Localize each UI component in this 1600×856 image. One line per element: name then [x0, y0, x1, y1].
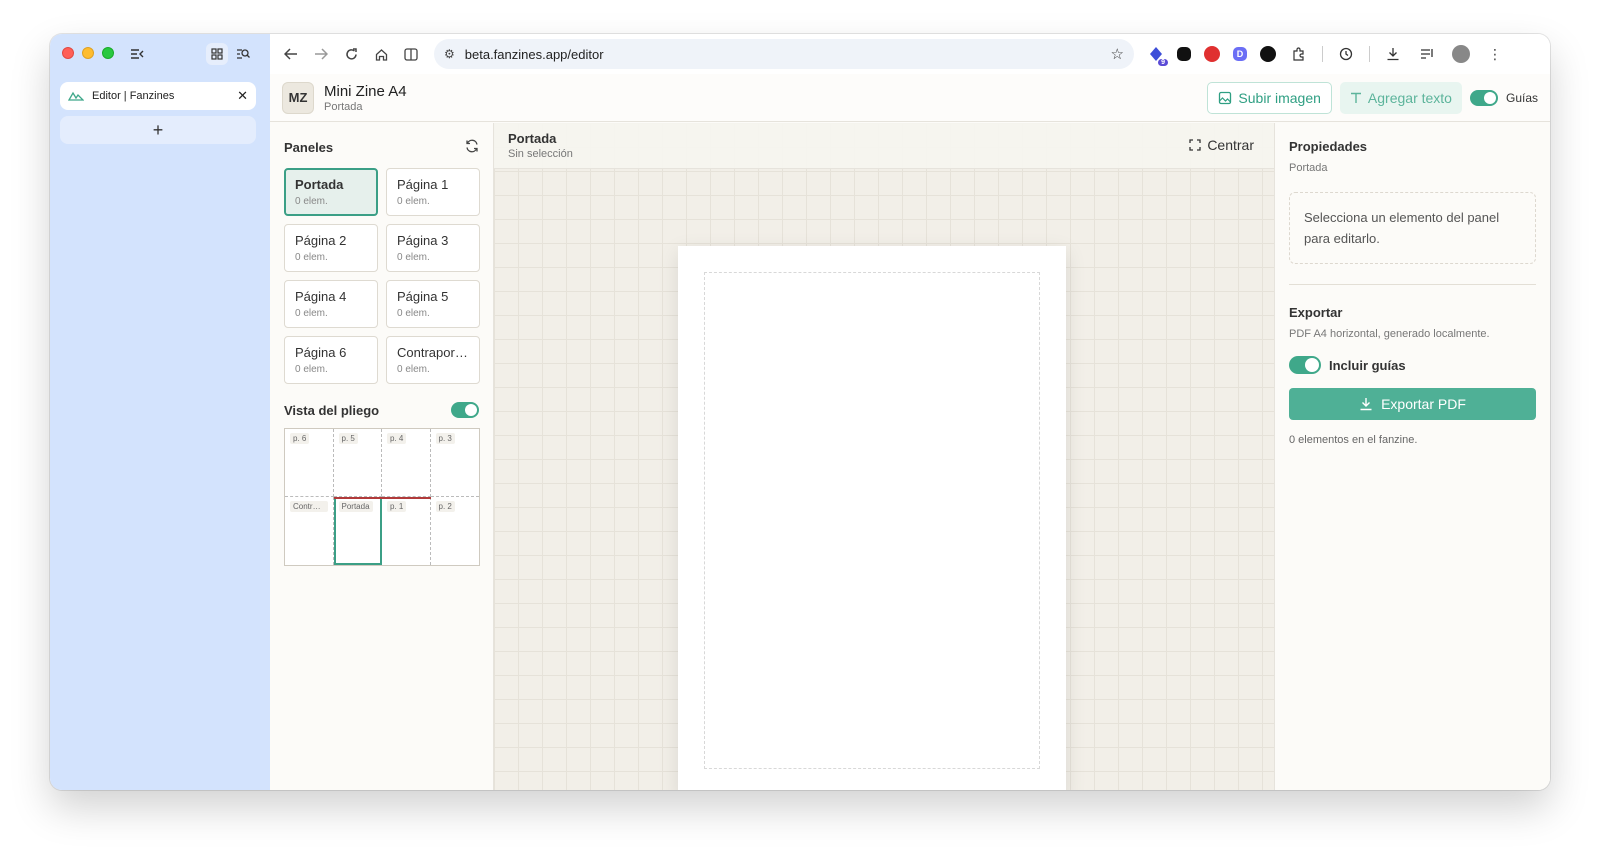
downloads-icon[interactable] — [1378, 39, 1408, 69]
safe-area-guide — [704, 272, 1040, 769]
empty-selection-message: Selecciona un elemento del panel para ed… — [1289, 192, 1536, 264]
browser-sidebar: Editor | Fanzines ✕ + — [50, 34, 270, 790]
back-icon[interactable] — [276, 39, 306, 69]
refresh-panels-icon[interactable] — [465, 139, 479, 156]
add-text-label: Agregar texto — [1367, 89, 1452, 106]
extension-badge-icon[interactable]: 9 — [1144, 42, 1168, 66]
circle-extension-icon[interactable] — [1260, 46, 1276, 62]
zine-subtitle: Portada — [324, 100, 363, 113]
browser-window: Editor | Fanzines ✕ + ⚙ beta.fanzines.ap… — [50, 34, 1550, 790]
toolbar-divider — [1322, 46, 1323, 62]
panel-list: Portada 0 elem. Página 1 0 elem. Página … — [284, 168, 480, 384]
ublock-extension-icon[interactable] — [1204, 46, 1220, 62]
properties-subtitle: Portada — [1289, 162, 1328, 174]
include-guides-label: Incluir guías — [1329, 357, 1406, 373]
fullscreen-icon — [1189, 139, 1201, 151]
close-tab-icon[interactable]: ✕ — [237, 88, 248, 104]
properties-panel: Propiedades Portada Selecciona un elemen… — [1274, 123, 1550, 790]
extensions-row: 9 D ⋮ — [1144, 39, 1510, 69]
panel-card-pagina-6[interactable]: Página 6 0 elem. — [284, 336, 378, 384]
include-guides-toggle[interactable] — [1289, 356, 1321, 374]
guides-toggle[interactable] — [1469, 89, 1498, 106]
spread-cell[interactable]: Contraportada — [285, 497, 334, 565]
upload-image-button[interactable]: Subir imagen — [1207, 81, 1332, 114]
browser-toolbar: ⚙ beta.fanzines.app/editor ☆ 9 D ⋮ — [270, 34, 1550, 74]
minimize-window-button[interactable] — [82, 47, 94, 59]
fanzines-favicon-icon — [68, 91, 84, 101]
panel-card-pagina-1[interactable]: Página 1 0 elem. — [386, 168, 480, 216]
center-button[interactable]: Centrar — [1189, 137, 1254, 153]
zine-title: Mini Zine A4 — [324, 82, 407, 100]
canvas-header: Portada Sin selección Centrar — [494, 123, 1274, 169]
spread-cell-current[interactable]: Portada — [333, 497, 382, 565]
d-extension-icon[interactable]: D — [1233, 47, 1247, 61]
search-tabs-icon[interactable] — [232, 43, 254, 65]
spread-view-toggle[interactable] — [451, 402, 479, 418]
spread-cell[interactable]: p. 3 — [430, 429, 479, 497]
export-pdf-button[interactable]: Exportar PDF — [1289, 388, 1536, 420]
export-description: PDF A4 horizontal, generado localmente. — [1289, 328, 1490, 340]
divider — [1289, 284, 1536, 285]
panels-sidebar: Paneles Portada 0 elem. Página 1 0 elem.… — [270, 123, 494, 790]
extensions-puzzle-icon[interactable] — [1284, 39, 1314, 69]
text-type-icon — [1350, 92, 1361, 103]
spread-cell[interactable]: p. 6 — [285, 429, 334, 497]
home-icon[interactable] — [366, 39, 396, 69]
reading-mode-icon[interactable] — [396, 39, 426, 69]
plus-icon: + — [152, 119, 164, 140]
forward-icon[interactable] — [306, 39, 336, 69]
reload-icon[interactable] — [336, 39, 366, 69]
guides-label: Guías — [1505, 90, 1538, 105]
add-text-button[interactable]: Agregar texto — [1339, 81, 1462, 114]
camera-extension-icon[interactable] — [1177, 47, 1191, 61]
spread-cell[interactable]: p. 1 — [382, 497, 431, 565]
new-tab-button[interactable]: + — [60, 116, 256, 144]
tab-title: Editor | Fanzines — [92, 90, 175, 102]
tab-editor-fanzines[interactable]: Editor | Fanzines ✕ — [60, 82, 256, 110]
canvas-area[interactable]: Portada Sin selección Centrar — [494, 123, 1274, 790]
maximize-window-button[interactable] — [102, 47, 114, 59]
zine-page[interactable] — [678, 246, 1066, 790]
spread-cell[interactable]: p. 2 — [431, 497, 480, 565]
toolbar-divider — [1369, 46, 1370, 62]
image-upload-icon — [1219, 91, 1232, 104]
close-window-button[interactable] — [62, 47, 74, 59]
more-menu-icon[interactable]: ⋮ — [1480, 39, 1510, 69]
element-count-note: 0 elementos en el fanzine. — [1289, 434, 1418, 446]
site-info-icon[interactable]: ⚙ — [444, 47, 455, 61]
spread-cell[interactable]: p. 4 — [382, 429, 431, 497]
spread-preview: p. 6 p. 5 p. 4 p. 3 Contraportada Portad… — [284, 428, 480, 566]
app-header: MZ Mini Zine A4 Portada Subir imagen Agr… — [270, 74, 1550, 122]
media-controls-icon[interactable] — [1412, 39, 1442, 69]
profile-avatar-icon[interactable] — [1446, 39, 1476, 69]
export-heading: Exportar — [1289, 305, 1343, 320]
canvas-selection-status: Sin selección — [508, 148, 573, 160]
address-bar[interactable]: ⚙ beta.fanzines.app/editor ☆ — [434, 39, 1134, 69]
tab-groups-icon[interactable] — [206, 43, 228, 65]
collapse-sidebar-icon[interactable] — [126, 43, 148, 65]
panel-card-contraportada[interactable]: Contraportada 0 elem. — [386, 336, 480, 384]
panels-heading: Paneles — [284, 140, 334, 155]
download-icon — [1360, 398, 1372, 411]
canvas-title: Portada — [508, 131, 557, 146]
panel-card-portada[interactable]: Portada 0 elem. — [284, 168, 378, 216]
upload-image-label: Subir imagen — [1238, 89, 1321, 106]
bookmark-star-icon[interactable]: ☆ — [1111, 45, 1124, 63]
history-icon[interactable] — [1331, 39, 1361, 69]
properties-heading: Propiedades — [1289, 139, 1368, 154]
zine-logo-badge: MZ — [282, 81, 314, 114]
panel-card-pagina-4[interactable]: Página 4 0 elem. — [284, 280, 378, 328]
cut-line — [334, 497, 431, 499]
window-controls — [62, 47, 114, 59]
panel-card-pagina-2[interactable]: Página 2 0 elem. — [284, 224, 378, 272]
fanzine-editor-app: MZ Mini Zine A4 Portada Subir imagen Agr… — [270, 74, 1550, 790]
panel-card-pagina-3[interactable]: Página 3 0 elem. — [386, 224, 480, 272]
spread-cell[interactable]: p. 5 — [333, 429, 382, 497]
panel-card-pagina-5[interactable]: Página 5 0 elem. — [386, 280, 480, 328]
url-text: beta.fanzines.app/editor — [464, 46, 604, 62]
spread-view-heading: Vista del pliego — [284, 402, 380, 418]
